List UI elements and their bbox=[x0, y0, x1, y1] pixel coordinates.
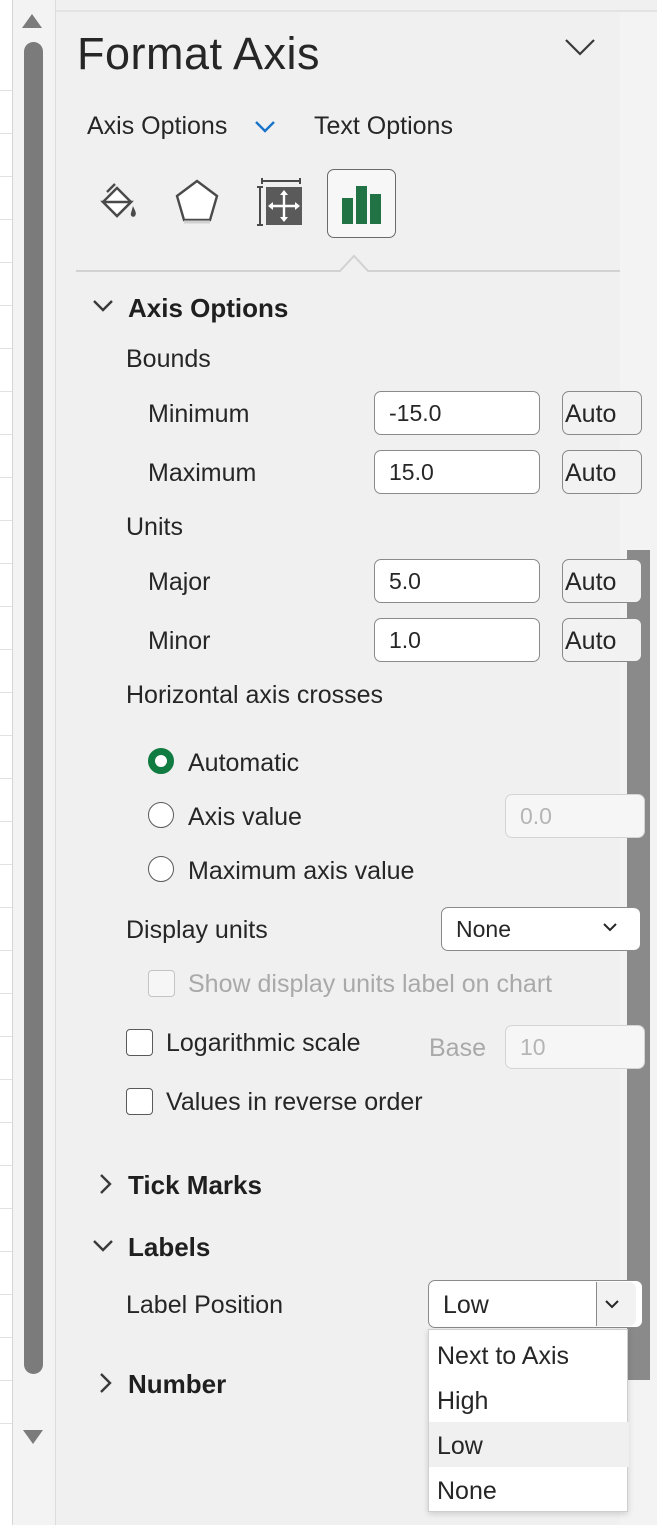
show-display-units-checkbox[interactable] bbox=[148, 970, 175, 997]
chevron-down-icon[interactable] bbox=[560, 32, 600, 64]
logarithmic-scale-checkbox[interactable] bbox=[126, 1029, 153, 1056]
automatic-radio[interactable] bbox=[148, 748, 174, 774]
labels-section-title[interactable]: Labels bbox=[128, 1232, 210, 1263]
selected-tab-pointer bbox=[338, 254, 370, 273]
axis-options-button[interactable] bbox=[327, 169, 396, 238]
units-label: Units bbox=[126, 513, 183, 541]
bounds-label: Bounds bbox=[126, 345, 211, 373]
axis-value-input[interactable] bbox=[505, 794, 645, 838]
maximum-axis-value-label[interactable]: Maximum axis value bbox=[188, 857, 414, 886]
chevron-down-icon[interactable] bbox=[604, 1297, 620, 1315]
effects-button[interactable] bbox=[163, 170, 231, 238]
maximum-auto-button[interactable]: Auto bbox=[562, 450, 642, 494]
number-section-title[interactable]: Number bbox=[128, 1369, 226, 1400]
sheet-scroll-thumb[interactable] bbox=[24, 42, 43, 1374]
pane-title: Format Axis bbox=[77, 28, 321, 79]
axis-options-section-title[interactable]: Axis Options bbox=[128, 293, 288, 324]
major-auto-button[interactable]: Auto bbox=[562, 559, 642, 603]
option-next-to-axis[interactable]: Next to Axis bbox=[429, 1332, 629, 1377]
display-units-label: Display units bbox=[126, 916, 268, 944]
reverse-order-label[interactable]: Values in reverse order bbox=[166, 1088, 423, 1117]
maximum-input[interactable] bbox=[374, 450, 540, 494]
maximum-label: Maximum bbox=[148, 459, 257, 487]
maximum-axis-value-radio[interactable] bbox=[148, 856, 174, 882]
major-label: Major bbox=[148, 568, 211, 596]
label-position-options-list: Next to Axis High Low None bbox=[428, 1329, 629, 1512]
fill-line-button[interactable] bbox=[85, 170, 153, 238]
chevron-down-icon[interactable] bbox=[602, 920, 618, 938]
axis-crosses-label: Horizontal axis crosses bbox=[126, 681, 384, 709]
axis-options-tab[interactable]: Axis Options bbox=[87, 112, 227, 141]
size-properties-button[interactable] bbox=[247, 170, 315, 238]
option-low[interactable]: Low bbox=[429, 1422, 629, 1467]
minimum-label: Minimum bbox=[148, 400, 250, 428]
tick-marks-section-title[interactable]: Tick Marks bbox=[128, 1170, 262, 1201]
minor-input[interactable] bbox=[374, 618, 540, 662]
base-label: Base bbox=[429, 1034, 486, 1062]
text-options-tab[interactable]: Text Options bbox=[314, 112, 453, 141]
scroll-down-arrow-icon[interactable] bbox=[23, 1430, 43, 1444]
chevron-down-icon[interactable] bbox=[253, 118, 277, 141]
reverse-order-checkbox[interactable] bbox=[126, 1088, 153, 1115]
automatic-label[interactable]: Automatic bbox=[188, 749, 299, 778]
show-display-units-label: Show display units label on chart bbox=[188, 970, 553, 998]
chevron-right-icon[interactable] bbox=[98, 1173, 112, 1200]
size-properties-icon bbox=[254, 175, 308, 234]
base-input[interactable] bbox=[505, 1025, 645, 1069]
option-none[interactable]: None bbox=[429, 1467, 629, 1512]
major-input[interactable] bbox=[374, 559, 540, 603]
minimum-input[interactable] bbox=[374, 391, 540, 435]
pentagon-icon bbox=[172, 176, 222, 233]
worksheet-edge bbox=[0, 0, 13, 1525]
chevron-right-icon[interactable] bbox=[98, 1372, 112, 1399]
chevron-down-icon[interactable] bbox=[92, 1238, 114, 1259]
axis-value-radio[interactable] bbox=[148, 802, 174, 828]
label-position-label: Label Position bbox=[126, 1291, 284, 1319]
minor-label: Minor bbox=[148, 627, 211, 655]
paint-bucket-icon bbox=[95, 178, 143, 231]
minor-auto-button[interactable]: Auto bbox=[562, 618, 642, 662]
option-high[interactable]: High bbox=[429, 1377, 629, 1422]
pane-top-border bbox=[56, 10, 657, 12]
axis-value-label[interactable]: Axis value bbox=[188, 803, 302, 832]
pane-scroll-thumb[interactable] bbox=[627, 550, 650, 1380]
chevron-down-icon[interactable] bbox=[92, 298, 114, 319]
logarithmic-scale-label[interactable]: Logarithmic scale bbox=[166, 1029, 361, 1058]
scroll-up-arrow-icon[interactable] bbox=[22, 14, 42, 28]
minimum-auto-button[interactable]: Auto bbox=[562, 391, 642, 435]
bar-chart-icon bbox=[341, 184, 383, 229]
